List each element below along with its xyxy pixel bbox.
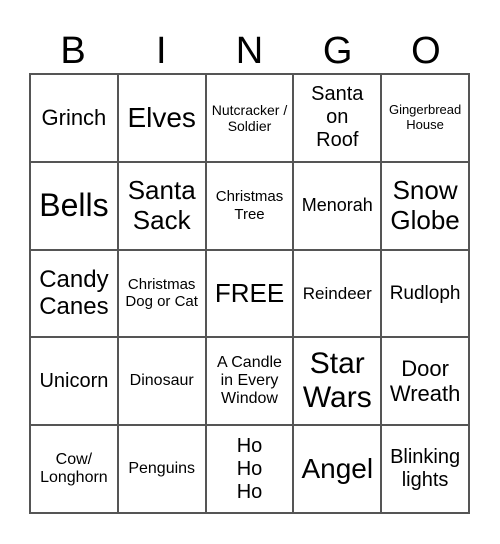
- bingo-cell[interactable]: Grinch: [30, 74, 118, 162]
- cell-label: Unicorn: [39, 369, 109, 392]
- bingo-cell[interactable]: Bells: [30, 161, 118, 250]
- cell-label: Rudloph: [389, 282, 461, 304]
- cell-label: Bells: [39, 187, 109, 224]
- bingo-header: B I N G O: [29, 28, 470, 74]
- cell-label: Santa on Roof: [311, 83, 364, 152]
- bingo-cell[interactable]: Gingerbread House: [381, 74, 469, 162]
- cell-label: Grinch: [41, 105, 107, 131]
- bingo-cell[interactable]: Menorah: [293, 161, 382, 250]
- cell-label: Blinking lights: [390, 446, 461, 492]
- bingo-cell[interactable]: Star Wars: [293, 337, 382, 426]
- cell-label: Menorah: [301, 195, 373, 216]
- cell-label: Door Wreath: [389, 355, 461, 407]
- bingo-cell[interactable]: Ho Ho Ho: [205, 425, 294, 513]
- bingo-cell[interactable]: Angel: [293, 425, 382, 513]
- cell-label: Penguins: [128, 459, 196, 477]
- cell-label: A Candle in Every Window: [217, 353, 282, 408]
- header-letter-i: I: [156, 30, 167, 72]
- cell-label: Reindeer: [302, 283, 372, 303]
- bingo-cell[interactable]: Snow Globe: [381, 161, 469, 250]
- bingo-cell[interactable]: Rudloph: [381, 249, 469, 338]
- bingo-cell[interactable]: Reindeer: [293, 249, 382, 338]
- bingo-cell[interactable]: Dinosaur: [117, 337, 206, 426]
- bingo-cell[interactable]: Santa Sack: [117, 161, 206, 250]
- bingo-cell[interactable]: Candy Canes: [30, 249, 118, 338]
- bingo-cell[interactable]: A Candle in Every Window: [205, 337, 294, 426]
- bingo-cell[interactable]: Christmas Dog or Cat: [117, 249, 206, 338]
- cell-label: Santa Sack: [127, 174, 196, 235]
- cell-label: Star Wars: [302, 346, 372, 415]
- cell-label: Angel: [301, 453, 374, 484]
- bingo-cell[interactable]: Unicorn: [30, 337, 118, 426]
- cell-label: Cow/ Longhorn: [40, 450, 108, 487]
- bingo-cell[interactable]: Door Wreath: [381, 337, 469, 426]
- cell-label: FREE: [214, 277, 285, 308]
- bingo-cell[interactable]: Christmas Tree: [205, 161, 294, 250]
- header-letter-b: B: [60, 30, 86, 72]
- cell-label: Christmas Tree: [215, 188, 284, 223]
- cell-label: Snow Globe: [390, 174, 460, 235]
- bingo-cell[interactable]: Elves: [117, 74, 206, 162]
- bingo-cell[interactable]: Blinking lights: [381, 425, 469, 513]
- bingo-cell[interactable]: Santa on Roof: [293, 74, 382, 162]
- bingo-cell[interactable]: Penguins: [117, 425, 206, 513]
- cell-label: Gingerbread House: [388, 101, 462, 132]
- bingo-cell[interactable]: Cow/ Longhorn: [30, 425, 118, 513]
- bingo-cell-free[interactable]: FREE: [205, 249, 294, 338]
- cell-label: Christmas Dog or Cat: [125, 276, 198, 311]
- cell-label: Dinosaur: [129, 372, 194, 390]
- bingo-cell[interactable]: Nutcracker / Soldier: [205, 74, 294, 162]
- cell-label: Elves: [127, 101, 196, 133]
- header-letter-g: G: [322, 30, 353, 72]
- cell-label: Candy Canes: [39, 265, 109, 321]
- header-letter-o: O: [411, 30, 441, 72]
- cell-label: Ho Ho Ho: [236, 434, 263, 503]
- bingo-grid: Grinch Elves Nutcracker / Soldier Santa on …: [29, 73, 470, 514]
- header-letter-n: N: [235, 30, 264, 72]
- cell-label: Nutcracker / Soldier: [211, 101, 288, 134]
